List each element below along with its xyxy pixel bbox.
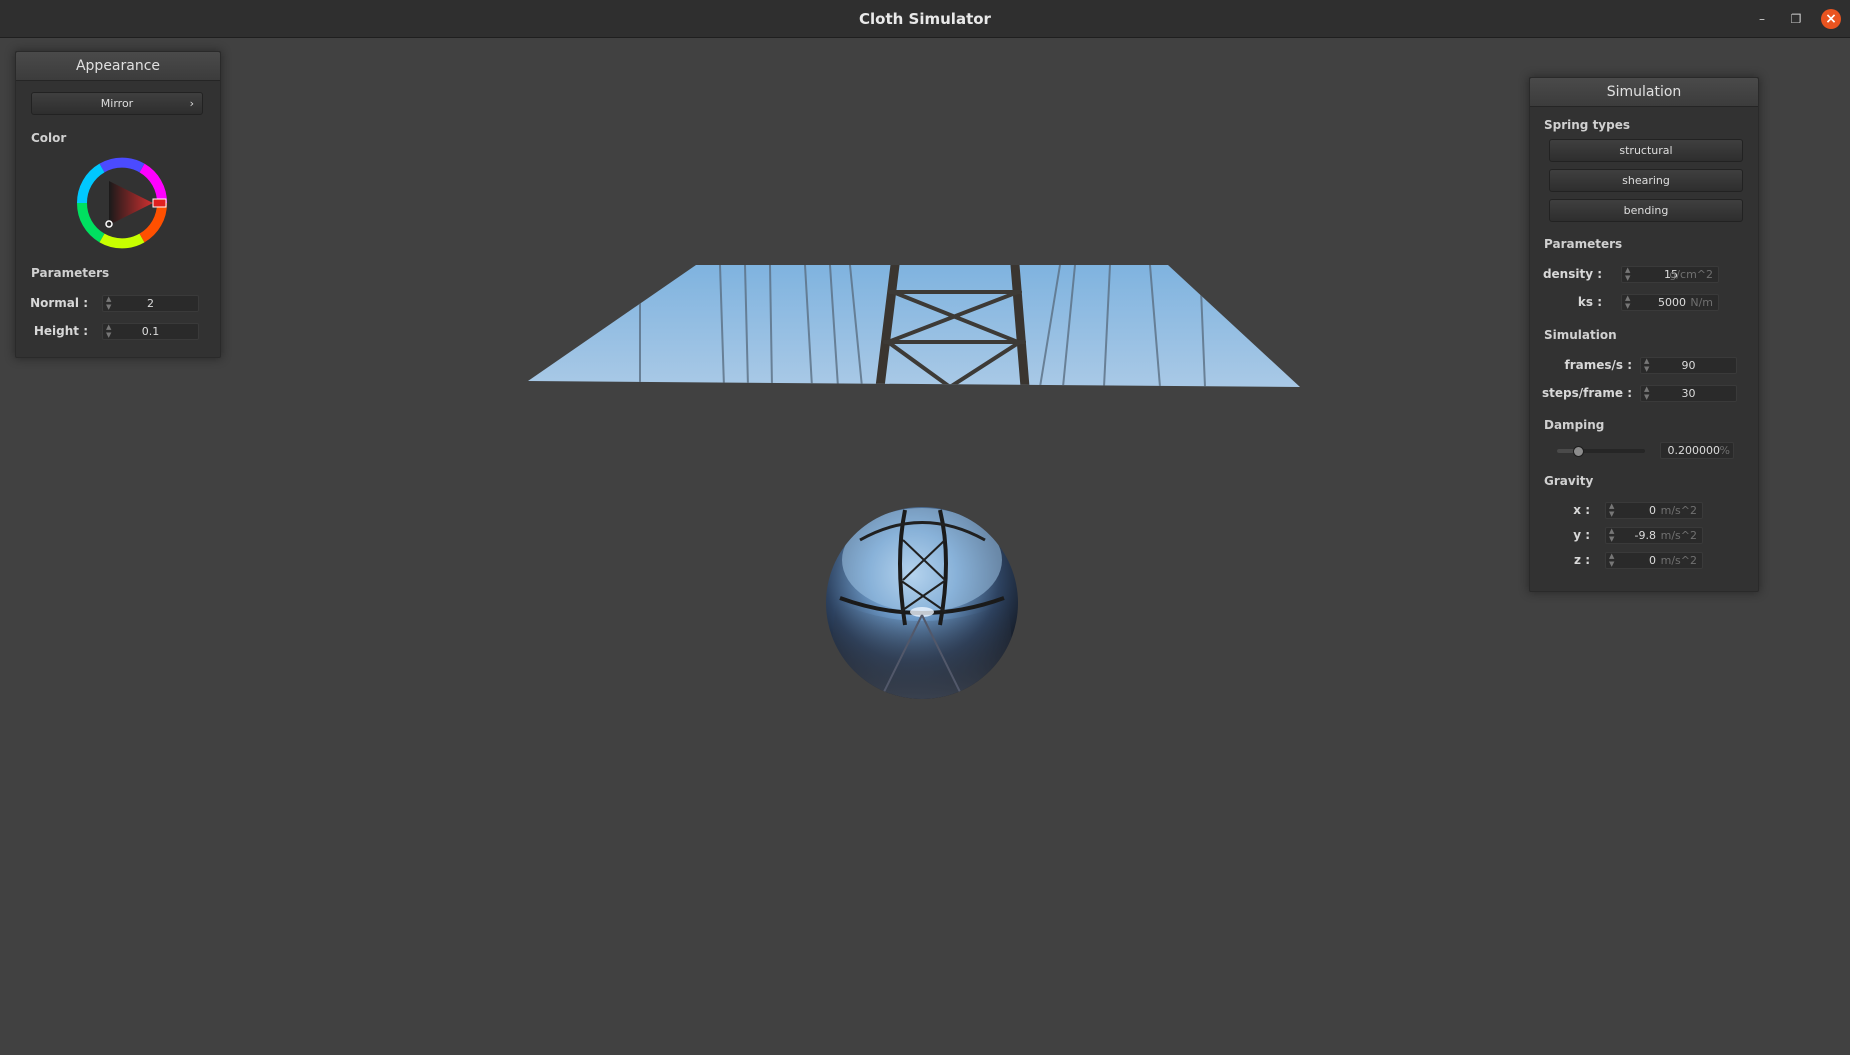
steps-input[interactable]: ▲ ▼ 30 <box>1640 385 1737 402</box>
simulation-panel-title: Simulation <box>1530 78 1758 107</box>
window-title: Cloth Simulator <box>859 10 991 28</box>
material-dropdown-label: Mirror <box>100 97 134 110</box>
density-input[interactable]: ▲ ▼ 15 g/cm^2 <box>1621 266 1719 283</box>
appearance-parameters-label: Parameters <box>31 266 110 280</box>
density-unit: g/cm^2 <box>1669 268 1713 281</box>
frames-label: frames/s : <box>1564 358 1632 372</box>
density-label: density : <box>1542 267 1602 281</box>
gravity-y-unit: m/s^2 <box>1660 529 1697 542</box>
damping-slider[interactable] <box>1557 446 1645 457</box>
gravity-x-unit: m/s^2 <box>1660 504 1697 517</box>
gravity-y-input[interactable]: ▲ ▼ -9.8 m/s^2 <box>1605 527 1703 544</box>
minimize-icon[interactable]: – <box>1752 9 1772 29</box>
normal-input[interactable]: ▲ ▼ 2 <box>102 295 199 312</box>
height-label: Height : <box>33 324 88 338</box>
bending-toggle[interactable]: bending <box>1549 199 1743 222</box>
appearance-panel: Appearance Mirror › Color Parameters Nor… <box>15 51 221 358</box>
gravity-z-input[interactable]: ▲ ▼ 0 m/s^2 <box>1605 552 1703 569</box>
gravity-z-label: z : <box>1574 553 1590 567</box>
color-section-label: Color <box>31 131 67 145</box>
gravity-label: Gravity <box>1544 474 1594 488</box>
cloth-mesh <box>528 265 1300 387</box>
simulation-panel: Simulation Spring types structural shear… <box>1529 77 1759 592</box>
height-input[interactable]: ▲ ▼ 0.1 <box>102 323 199 340</box>
chevron-right-icon: › <box>189 97 194 110</box>
spinner-arrows-icon[interactable]: ▲ ▼ <box>1609 502 1614 518</box>
gravity-x-input[interactable]: ▲ ▼ 0 m/s^2 <box>1605 502 1703 519</box>
appearance-panel-title: Appearance <box>16 52 220 81</box>
close-icon[interactable]: × <box>1821 9 1841 29</box>
spinner-arrows-icon[interactable]: ▲ ▼ <box>1625 294 1630 310</box>
gravity-z-unit: m/s^2 <box>1660 554 1697 567</box>
damping-unit: % <box>1719 444 1730 457</box>
hue-handle[interactable] <box>152 198 167 208</box>
spinner-arrows-icon[interactable]: ▲ ▼ <box>1609 552 1614 568</box>
gravity-x-label: x : <box>1573 503 1590 517</box>
spring-types-label: Spring types <box>1544 118 1631 132</box>
sim-parameters-label: Parameters <box>1544 237 1623 251</box>
shearing-toggle[interactable]: shearing <box>1549 169 1743 192</box>
steps-label: steps/frame : <box>1542 386 1632 400</box>
damping-value-field[interactable]: 0.200000 % <box>1660 442 1734 459</box>
gravity-y-label: y : <box>1573 528 1590 542</box>
frames-input[interactable]: ▲ ▼ 90 <box>1640 357 1737 374</box>
mirror-sphere <box>826 507 1018 699</box>
spinner-arrows-icon[interactable]: ▲ ▼ <box>1609 527 1614 543</box>
ks-label: ks : <box>1577 295 1602 309</box>
normal-label: Normal : <box>30 296 88 310</box>
damping-label: Damping <box>1544 418 1605 432</box>
spinner-arrows-icon[interactable]: ▲ ▼ <box>1625 266 1630 282</box>
ks-unit: N/m <box>1690 296 1713 309</box>
material-dropdown[interactable]: Mirror › <box>31 92 203 115</box>
title-bar: Cloth Simulator – ❐ × <box>0 0 1850 38</box>
structural-toggle[interactable]: structural <box>1549 139 1743 162</box>
ks-input[interactable]: ▲ ▼ 5000 N/m <box>1621 294 1719 311</box>
color-wheel[interactable] <box>74 155 184 255</box>
color-triangle[interactable] <box>109 181 153 225</box>
damping-slider-handle[interactable] <box>1572 446 1584 457</box>
restore-icon[interactable]: ❐ <box>1786 9 1806 29</box>
simulation-section-label: Simulation <box>1544 328 1617 342</box>
